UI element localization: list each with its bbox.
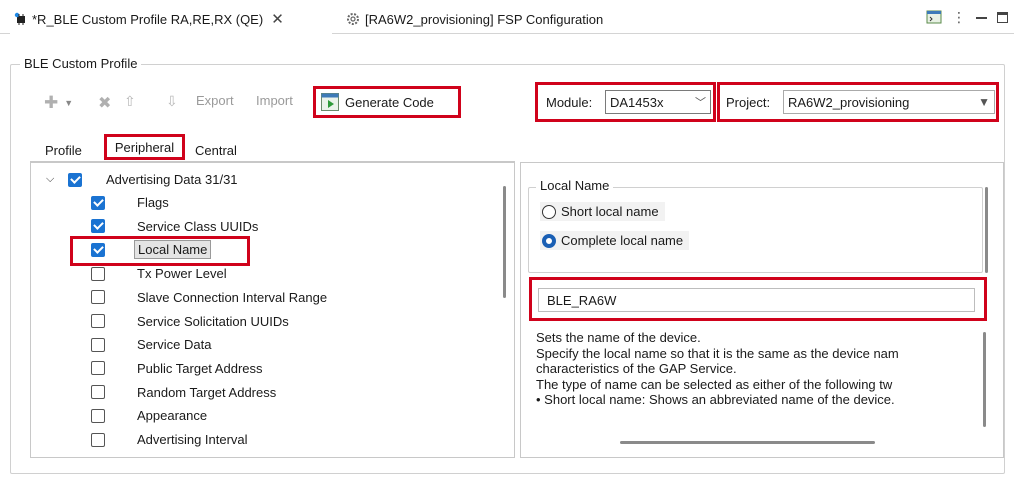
tree-item[interactable]: Random Target Address (91, 381, 276, 404)
description-scrollbar-h[interactable] (620, 441, 875, 444)
tree-item-label: Tx Power Level (137, 266, 227, 282)
local-name-input[interactable] (538, 288, 975, 312)
export-button[interactable]: Export (196, 93, 234, 108)
arrow-up-icon: ⇧ (124, 93, 136, 109)
local-name-section-title: Local Name (536, 178, 614, 193)
active-tab-underline (10, 31, 332, 34)
tree-item-label: Slave Connection Interval Range (137, 289, 328, 305)
generate-code-icon (320, 92, 340, 112)
tree-item[interactable]: Service Solicitation UUIDs (91, 310, 289, 333)
description-line: Specify the local name so that it is the… (536, 345, 899, 361)
local-name-group (528, 187, 983, 273)
tree-item[interactable]: Slave Connection Interval Range (91, 286, 327, 309)
tree-item-checkbox[interactable] (91, 219, 105, 234)
module-select[interactable]: DA1453x ﹀ (605, 90, 711, 114)
tree-item-checkbox[interactable] (91, 195, 105, 210)
tree-item[interactable]: Service Class UUIDs (91, 215, 258, 238)
view-menu-icon[interactable]: ⋮ (952, 10, 966, 24)
tree-item-checkbox[interactable] (91, 385, 105, 400)
module-label: Module: (546, 95, 593, 110)
maximize-icon[interactable] (997, 11, 1008, 23)
short-name-label: Short local name (561, 204, 659, 219)
tree-item-checkbox[interactable] (91, 337, 105, 352)
tab-peripheral-label: Peripheral (114, 139, 175, 155)
complete-name-option[interactable]: Complete local name (540, 231, 690, 250)
module-value: DA1453x (610, 94, 664, 110)
gear-icon (346, 12, 360, 26)
tree-item[interactable]: Appearance (91, 404, 207, 427)
chip-icon (14, 12, 28, 26)
tree-item-checkbox[interactable] (91, 432, 105, 447)
description-line: The type of name can be selected as eith… (536, 376, 893, 392)
description-line: characteristics of the GAP Service. (536, 361, 737, 376)
chevron-down-icon: ﹀ (695, 97, 706, 109)
project-value: RA6W2_provisioning (788, 94, 910, 110)
export-label: Export (196, 93, 234, 108)
tree-root-label: Advertising Data 31/31 (106, 172, 238, 187)
chevron-down-icon[interactable]: ⌵ (46, 173, 60, 186)
tree-item[interactable]: Public Target Address (91, 357, 263, 380)
description-scrollbar-v[interactable] (983, 332, 986, 427)
local-name-highlight (70, 236, 250, 266)
import-button[interactable]: Import (256, 93, 293, 108)
root-checkbox[interactable] (68, 172, 82, 187)
arrow-down-icon: ⇩ (166, 93, 178, 109)
complete-name-radio[interactable] (542, 233, 556, 248)
move-up-button[interactable]: ⇧ (124, 93, 136, 110)
minimize-icon[interactable] (976, 16, 987, 20)
tree-item[interactable]: Flags (91, 191, 169, 214)
chevron-down-icon: ▼ (64, 98, 74, 108)
tree-item[interactable]: Advertising Interval (91, 428, 248, 451)
short-name-option[interactable]: Short local name (540, 202, 665, 221)
description-line: • Short local name: Shows an abbreviated… (536, 392, 895, 407)
tree-item-label: Service Data (137, 337, 212, 353)
tab-custom-profile[interactable]: *R_BLE Custom Profile RA,RE,RX (QE) ✕ (14, 8, 284, 30)
tree-item-checkbox[interactable] (91, 408, 105, 423)
tree-scrollbar[interactable] (503, 186, 506, 298)
tree-item-label: Flags (137, 195, 169, 210)
delete-icon: ✖ (98, 95, 112, 112)
tree-item[interactable]: Service Data (91, 333, 211, 356)
tree-item-label: Service Solicitation UUIDs (137, 313, 289, 329)
tab-profile[interactable]: Profile (45, 143, 82, 158)
tree-item-label: Public Target Address (137, 360, 263, 376)
detail-scrollbar[interactable] (985, 187, 988, 273)
complete-name-label: Complete local name (561, 233, 684, 248)
add-button[interactable]: ✚ ▼ (44, 93, 73, 113)
dropdown-arrow-icon: ▼ (978, 95, 990, 109)
tree-root[interactable]: ⌵ Advertising Data 31/31 (46, 168, 238, 191)
description-line: Sets the name of the device. (536, 330, 701, 345)
console-icon[interactable] (926, 9, 942, 25)
short-name-radio[interactable] (542, 204, 556, 219)
add-icon: ✚ (44, 93, 59, 112)
move-down-button[interactable]: ⇩ (166, 93, 178, 110)
tab-label: *R_BLE Custom Profile RA,RE,RX (QE) (32, 11, 264, 27)
import-label: Import (256, 93, 293, 108)
close-icon[interactable]: ✕ (271, 10, 284, 28)
generate-code-button[interactable]: Generate Code (313, 86, 461, 118)
project-select[interactable]: RA6W2_provisioning ▼ (783, 90, 995, 114)
tree-item-label: Advertising Interval (137, 432, 248, 447)
tree-item-label: Service Class UUIDs (137, 218, 259, 234)
delete-button[interactable]: ✖ (98, 93, 111, 113)
description-box: Sets the name of the device. Specify the… (536, 330, 984, 408)
tab-fsp-configuration[interactable]: [RA6W2_provisioning] FSP Configuration (346, 8, 603, 30)
tree-item-checkbox[interactable] (91, 290, 105, 305)
window-controls: ⋮ (926, 9, 1008, 25)
tab-central[interactable]: Central (195, 143, 237, 158)
tree-item-checkbox[interactable] (91, 266, 105, 281)
group-title: BLE Custom Profile (20, 56, 142, 71)
tree-item-label: Appearance (137, 408, 208, 424)
tree-item-checkbox[interactable] (91, 314, 105, 328)
project-label: Project: (726, 95, 771, 110)
tab-label: [RA6W2_provisioning] FSP Configuration (365, 11, 604, 27)
tree-item-checkbox[interactable] (91, 361, 105, 376)
tree-item-label: Random Target Address (137, 384, 277, 400)
generate-code-label: Generate Code (345, 94, 434, 110)
tab-peripheral[interactable]: Peripheral (104, 134, 185, 160)
